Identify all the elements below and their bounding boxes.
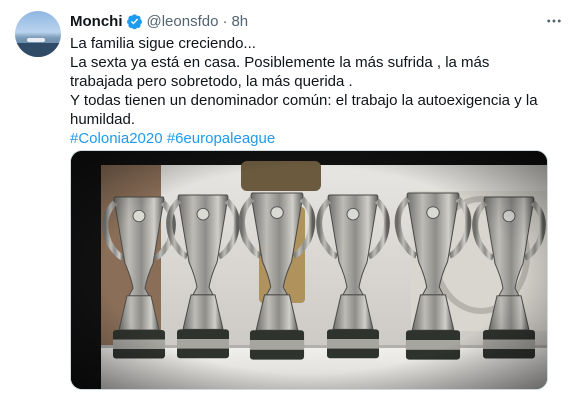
tweet-text-line: Y todas tienen un denominador común: el …: [70, 92, 538, 128]
avatar-shore: [15, 43, 61, 57]
tweet-card[interactable]: Monchi @leonsfdo · 8h La familia sigue c…: [0, 0, 578, 400]
trophies-photo: [71, 151, 547, 389]
hashtags: #Colonia2020 #6europaleague: [70, 129, 555, 148]
avatar-boat: [27, 38, 45, 42]
author-name[interactable]: Monchi: [70, 13, 123, 30]
more-options-icon[interactable]: [544, 11, 564, 31]
verified-badge-icon: [126, 13, 142, 29]
tweet-photo[interactable]: [70, 150, 548, 390]
header-separator: ·: [222, 12, 228, 30]
tweet-text-line: La familia sigue creciendo...: [70, 35, 256, 52]
tweet-text: La familia sigue creciendo... La sexta y…: [70, 34, 555, 148]
tweet-header: Monchi @leonsfdo · 8h: [70, 11, 248, 31]
tweet-time[interactable]: 8h: [231, 13, 248, 30]
author-handle[interactable]: @leonsfdo: [147, 13, 219, 30]
hashtag-colonia2020[interactable]: #Colonia2020: [70, 130, 163, 147]
tweet-text-line: La sexta ya está en casa. Posiblemente l…: [70, 54, 490, 90]
hashtag-6europaleague[interactable]: #6europaleague: [167, 130, 275, 147]
avatar[interactable]: [15, 11, 61, 57]
